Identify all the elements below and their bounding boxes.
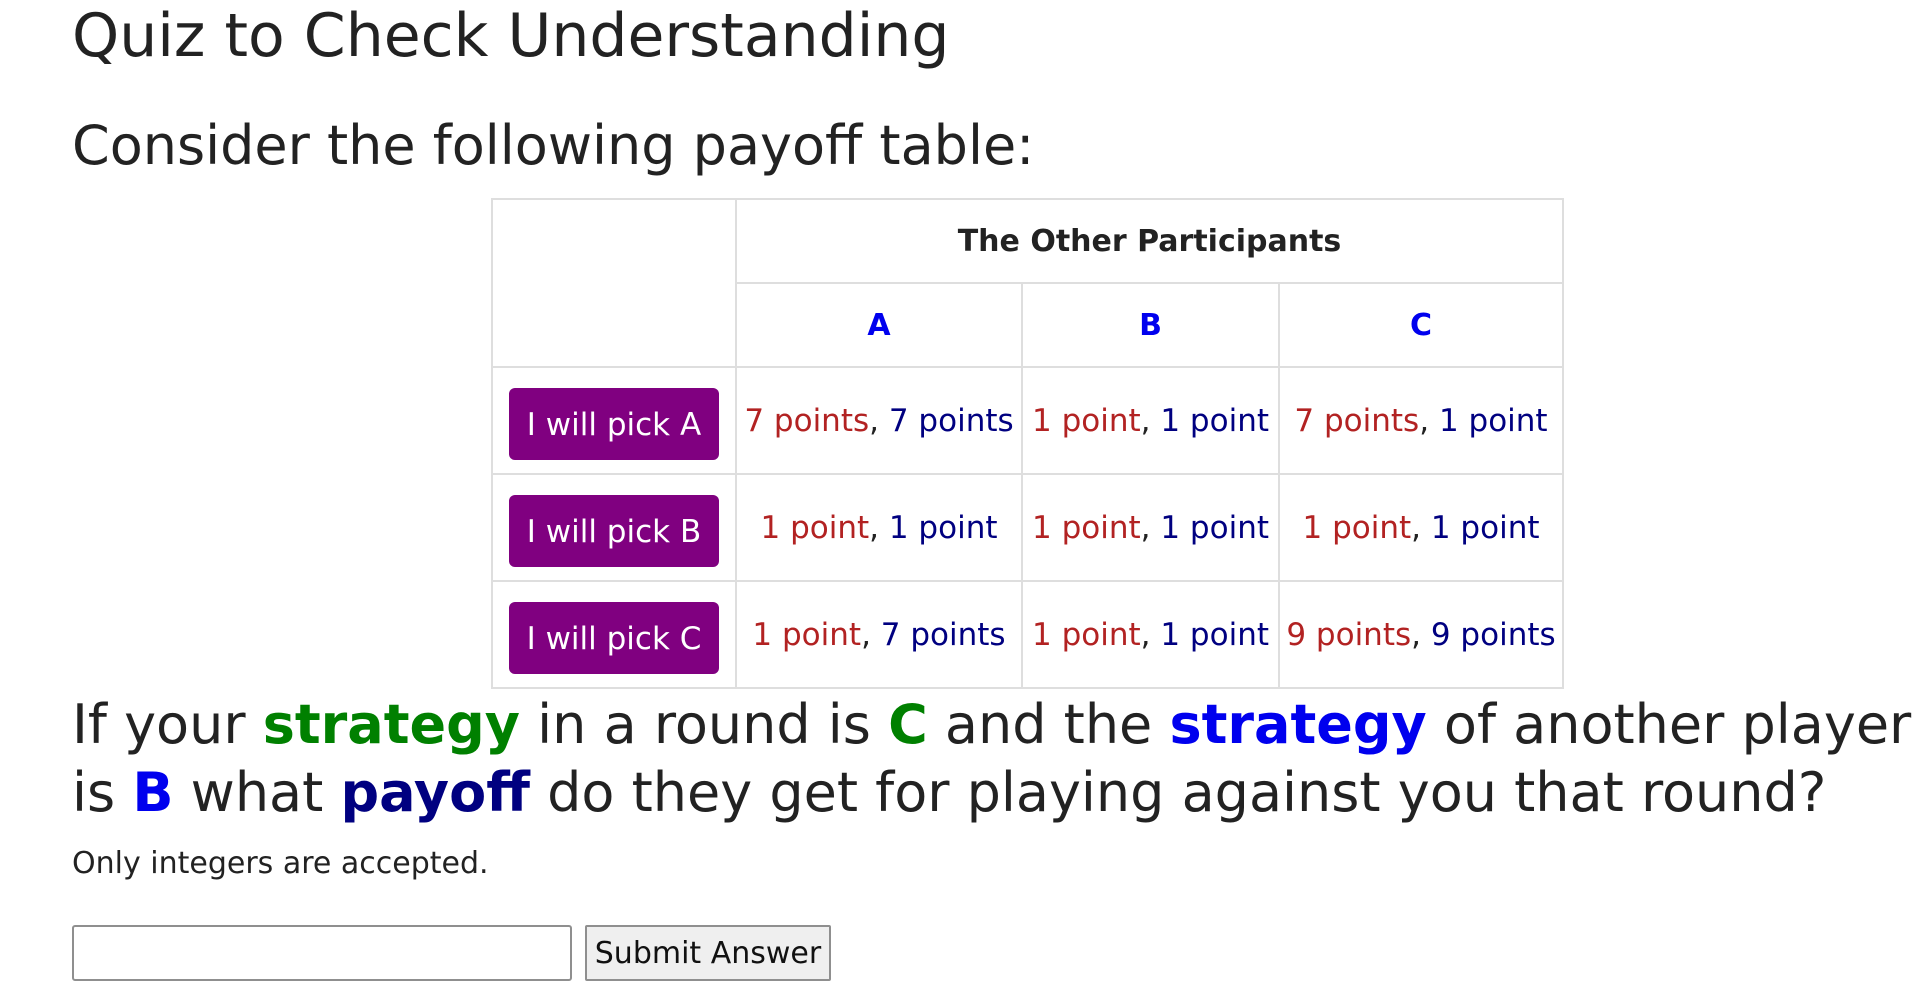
payoff-cell-a-b: 1 point, 1 point [1021,366,1280,475]
payoff-separator: , [1140,616,1161,653]
payoff-cell-b-b: 1 point, 1 point [1021,473,1280,582]
my-payoff: 1 point [1032,509,1141,546]
other-participants-header: The Other Participants [735,198,1564,284]
payoff-cell-b-a: 1 point, 1 point [735,473,1023,582]
payoff-separator: , [1411,616,1431,653]
payoff-cell-c-b: 1 point, 1 point [1021,580,1280,689]
answer-input[interactable] [72,925,572,981]
payoff-separator: , [869,509,889,546]
payoff-cell-c-c: 9 points, 9 points [1278,580,1564,689]
my-payoff: 1 point [760,509,870,546]
my-payoff: 1 point [752,616,862,653]
column-header-b: B [1021,282,1280,368]
payoff-term: payoff [340,761,530,824]
table-row-c: I will pick C 1 point, 7 points 1 point,… [491,580,1564,689]
submit-answer-button[interactable]: Submit Answer [585,925,831,981]
payoff-separator: , [861,616,881,653]
their-payoff: 1 point [1438,402,1548,439]
question-text: If your [72,693,263,756]
payoff-separator: , [1411,509,1431,546]
their-payoff: 1 point [1160,616,1269,653]
page-title: Quiz to Check Understanding [72,1,950,71]
payoff-cell-c-a: 1 point, 7 points [735,580,1023,689]
their-payoff: 1 point [1160,509,1269,546]
their-strategy-choice: B [132,761,174,824]
pick-b-button[interactable]: I will pick B [509,494,719,567]
my-payoff: 7 points [744,402,870,439]
my-payoff: 1 point [1032,616,1141,653]
blank-corner-cell [491,198,737,368]
my-payoff: 9 points [1286,616,1412,653]
my-payoff: 1 point [1302,509,1412,546]
payoff-cell-b-c: 1 point, 1 point [1278,473,1564,582]
payoff-cell-a-c: 7 points, 1 point [1278,366,1564,475]
my-strategy-term: strategy [262,693,521,756]
their-payoff: 1 point [888,509,998,546]
payoff-table: The Other Participants A B C I will pick… [491,198,1564,689]
their-payoff: 7 points [880,616,1006,653]
column-header-c: C [1278,282,1564,368]
their-payoff: 7 points [888,402,1014,439]
pick-c-button[interactable]: I will pick C [509,601,719,674]
their-strategy-term: strategy [1169,693,1427,756]
quiz-page: Quiz to Check Understanding Consider the… [0,0,1932,1000]
input-hint: Only integers are accepted. [72,846,489,881]
column-header-a: A [735,282,1023,368]
my-payoff: 7 points [1294,402,1420,439]
table-intro: Consider the following payoff table: [72,114,1035,177]
question-text: do they get for playing against you that… [529,761,1827,824]
payoff-cell-a-a: 7 points, 7 points [735,366,1023,475]
table-row-b: I will pick B 1 point, 1 point 1 point, … [491,473,1564,582]
payoff-separator: , [1140,402,1161,439]
their-payoff: 1 point [1160,402,1269,439]
table-row-a: I will pick A 7 points, 7 points 1 point… [491,366,1564,475]
my-payoff: 1 point [1032,402,1141,439]
their-payoff: 9 points [1430,616,1556,653]
my-strategy-choice: C [888,693,928,756]
payoff-separator: , [1140,509,1161,546]
quiz-question: If your strategy in a round is C and the… [72,691,1922,827]
payoff-separator: , [869,402,889,439]
question-text: what [173,761,341,824]
pick-a-button[interactable]: I will pick A [509,387,719,460]
payoff-separator: , [1419,402,1439,439]
question-text: and the [927,693,1170,756]
their-payoff: 1 point [1430,509,1540,546]
question-text: in a round is [520,693,889,756]
